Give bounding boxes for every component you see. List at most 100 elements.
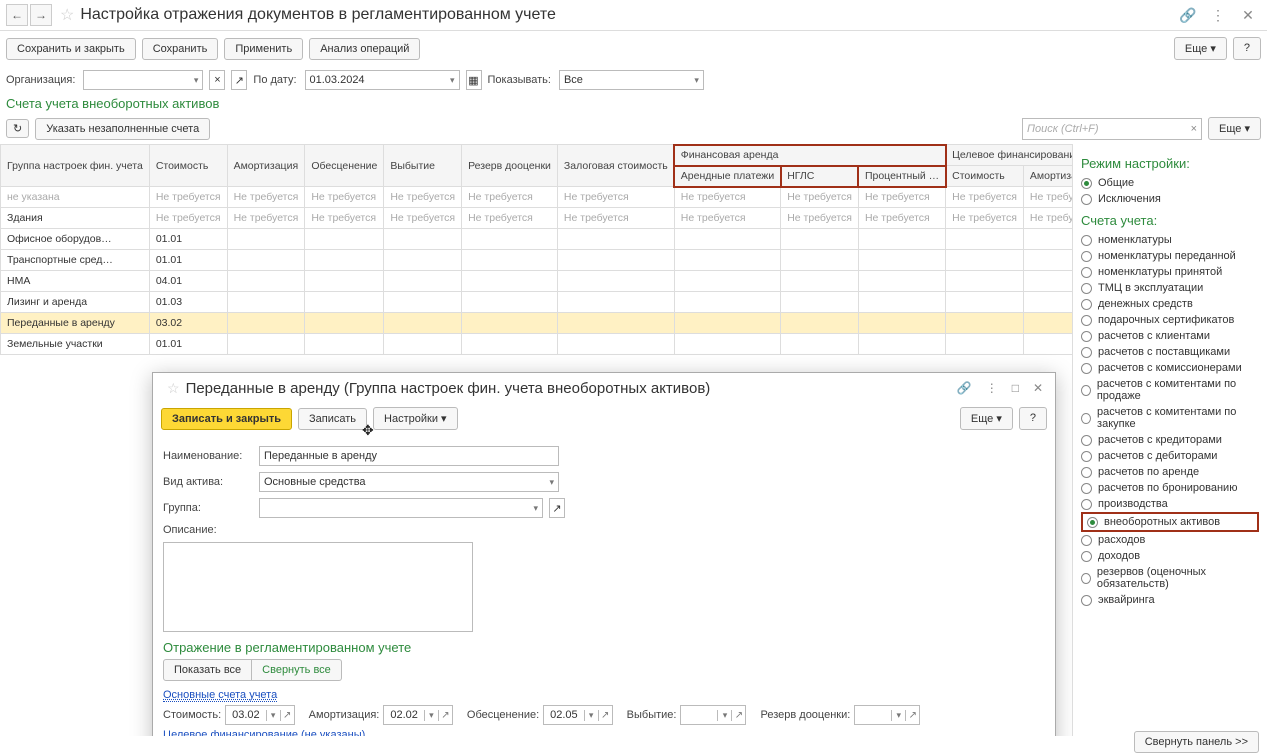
show-select[interactable]: Все — [559, 70, 704, 90]
modal-close-icon[interactable]: ✕ — [1029, 379, 1047, 397]
show-all-btn[interactable]: Показать все — [163, 659, 252, 681]
modal-link-icon[interactable]: 🔗 — [953, 379, 976, 397]
modal-save[interactable]: Записать — [298, 408, 367, 430]
th-tcost[interactable]: Стоимость — [946, 166, 1024, 187]
modal-help[interactable]: ? — [1019, 407, 1047, 430]
acct-radio[interactable]: расчетов по аренде — [1081, 464, 1259, 480]
cost-acct[interactable]: 03.02▾↗ — [225, 705, 295, 725]
table-row[interactable]: Транспортные сред…01.01 — [1, 250, 1073, 271]
th-pledge[interactable]: Залоговая стоимость — [557, 145, 674, 187]
disp-acct[interactable]: ▾↗ — [680, 705, 746, 725]
search-input[interactable]: Поиск (Ctrl+F) × — [1022, 118, 1202, 140]
more-icon[interactable]: ⋮ — [1207, 4, 1229, 26]
analyze-button[interactable]: Анализ операций — [309, 38, 420, 60]
th-tamort[interactable]: Амортизация — [1023, 166, 1072, 187]
modal-save-close[interactable]: Записать и закрыть — [161, 408, 292, 430]
radio-icon — [1081, 535, 1092, 546]
link-target[interactable]: Целевое финансирование (не указаны) — [163, 729, 365, 736]
acct-radio[interactable]: внеоборотных активов — [1081, 512, 1259, 532]
acct-radio[interactable]: доходов — [1081, 548, 1259, 564]
collapse-all-btn[interactable]: Свернуть все — [252, 659, 342, 681]
favorite-icon[interactable]: ☆ — [60, 5, 74, 25]
th-fl-ngls[interactable]: НГЛС — [781, 166, 859, 187]
mode-radio[interactable]: Общие — [1081, 175, 1259, 191]
date-cal-icon[interactable]: ▦ — [466, 70, 482, 90]
close-icon[interactable]: ✕ — [1237, 4, 1259, 26]
th-impair[interactable]: Обесценение — [305, 145, 384, 187]
th-finlease[interactable]: Финансовая аренда — [674, 145, 945, 166]
show-empty-button[interactable]: Указать незаполненные счета — [35, 118, 210, 140]
org-open[interactable]: ↗ — [231, 70, 247, 90]
acct-radio[interactable]: номенклатуры — [1081, 232, 1259, 248]
acct-radio[interactable]: номенклатуры принятой — [1081, 264, 1259, 280]
table-row[interactable]: НМА04.01 — [1, 271, 1073, 292]
acct-radio[interactable]: расчетов с кредиторами — [1081, 432, 1259, 448]
radio-icon — [1081, 251, 1092, 262]
modal-menu-icon[interactable]: ⋮ — [982, 379, 1002, 397]
name-input[interactable]: Переданные в аренду — [259, 446, 559, 466]
save-close-button[interactable]: Сохранить и закрыть — [6, 38, 136, 60]
modal-star[interactable]: ☆ — [167, 380, 180, 397]
show-label: Показывать: — [488, 74, 551, 86]
search-clear[interactable]: × — [1191, 123, 1197, 135]
date-field[interactable]: 01.03.2024 — [305, 70, 460, 90]
th-fl-pct[interactable]: Процентный … — [858, 166, 945, 187]
th-dispose[interactable]: Выбытие — [384, 145, 462, 187]
accounts-table[interactable]: Группа настроек фин. учета Стоимость Амо… — [0, 144, 1072, 355]
mode-radio[interactable]: Исключения — [1081, 191, 1259, 207]
acct-radio[interactable]: расчетов с комиссионерами — [1081, 360, 1259, 376]
org-select[interactable] — [83, 70, 203, 90]
link-icon[interactable]: 🔗 — [1177, 4, 1199, 26]
imp-acct[interactable]: 02.05▾↗ — [543, 705, 613, 725]
apply-button[interactable]: Применить — [224, 38, 303, 60]
nav-back[interactable]: ← — [6, 4, 28, 26]
th-fl-pay[interactable]: Арендные платежи — [674, 166, 780, 187]
amort-acct[interactable]: 02.02▾↗ — [383, 705, 453, 725]
acct-radio[interactable]: подарочных сертификатов — [1081, 312, 1259, 328]
acct-radio[interactable]: производства — [1081, 496, 1259, 512]
acct-radio[interactable]: номенклатуры переданной — [1081, 248, 1259, 264]
th-target[interactable]: Целевое финансирование — [946, 145, 1072, 166]
help-button[interactable]: ? — [1233, 37, 1261, 60]
table-row[interactable]: Лизинг и аренда01.03 — [1, 292, 1073, 313]
refresh-button[interactable]: ↻ — [6, 119, 29, 138]
acct-radio[interactable]: расчетов по бронированию — [1081, 480, 1259, 496]
desc-textarea[interactable] — [163, 542, 473, 632]
th-group[interactable]: Группа настроек фин. учета — [1, 145, 150, 187]
modal-settings[interactable]: Настройки ▾ — [373, 407, 458, 430]
radio-icon — [1081, 347, 1092, 358]
acct-radio[interactable]: расчетов с комитентами по закупке — [1081, 404, 1259, 432]
table-more-button[interactable]: Еще ▾ — [1208, 117, 1261, 140]
acct-radio[interactable]: расчетов с поставщиками — [1081, 344, 1259, 360]
org-clear[interactable]: × — [209, 70, 225, 90]
acct-radio[interactable]: денежных средств — [1081, 296, 1259, 312]
modal-max-icon[interactable]: □ — [1008, 379, 1023, 397]
acct-radio[interactable]: расходов — [1081, 532, 1259, 548]
save-button[interactable]: Сохранить — [142, 38, 219, 60]
radio-icon — [1081, 178, 1092, 189]
acct-radio[interactable]: расчетов с комитентами по продаже — [1081, 376, 1259, 404]
table-row[interactable]: не указанаНе требуетсяНе требуетсяНе тре… — [1, 187, 1073, 208]
link-main-accounts[interactable]: Основные счета учета — [163, 689, 277, 702]
acct-radio[interactable]: ТМЦ в эксплуатации — [1081, 280, 1259, 296]
collapse-panel-btn[interactable]: Свернуть панель >> — [1134, 731, 1259, 753]
table-row[interactable]: Земельные участки01.01 — [1, 334, 1073, 355]
th-cost[interactable]: Стоимость — [149, 145, 227, 187]
acct-radio[interactable]: расчетов с дебиторами — [1081, 448, 1259, 464]
group-open[interactable]: ↗ — [549, 498, 565, 518]
acct-radio[interactable]: расчетов с клиентами — [1081, 328, 1259, 344]
th-reval[interactable]: Резерв дооценки — [462, 145, 558, 187]
group-select[interactable] — [259, 498, 543, 518]
reval-acct[interactable]: ▾↗ — [854, 705, 920, 725]
modal-more[interactable]: Еще ▾ — [960, 407, 1013, 430]
table-row[interactable]: ЗданияНе требуетсяНе требуетсяНе требует… — [1, 208, 1073, 229]
acct-radio[interactable]: резервов (оценочных обязательств) — [1081, 564, 1259, 592]
nav-forward[interactable]: → — [30, 4, 52, 26]
more-button[interactable]: Еще ▾ — [1174, 37, 1227, 60]
type-select[interactable]: Основные средства — [259, 472, 559, 492]
table-row[interactable]: Офисное оборудов…01.01 — [1, 229, 1073, 250]
th-amort[interactable]: Амортизация — [227, 145, 305, 187]
radio-icon — [1081, 315, 1092, 326]
table-row[interactable]: Переданные в аренду03.02 — [1, 313, 1073, 334]
acct-radio[interactable]: эквайринга — [1081, 592, 1259, 608]
